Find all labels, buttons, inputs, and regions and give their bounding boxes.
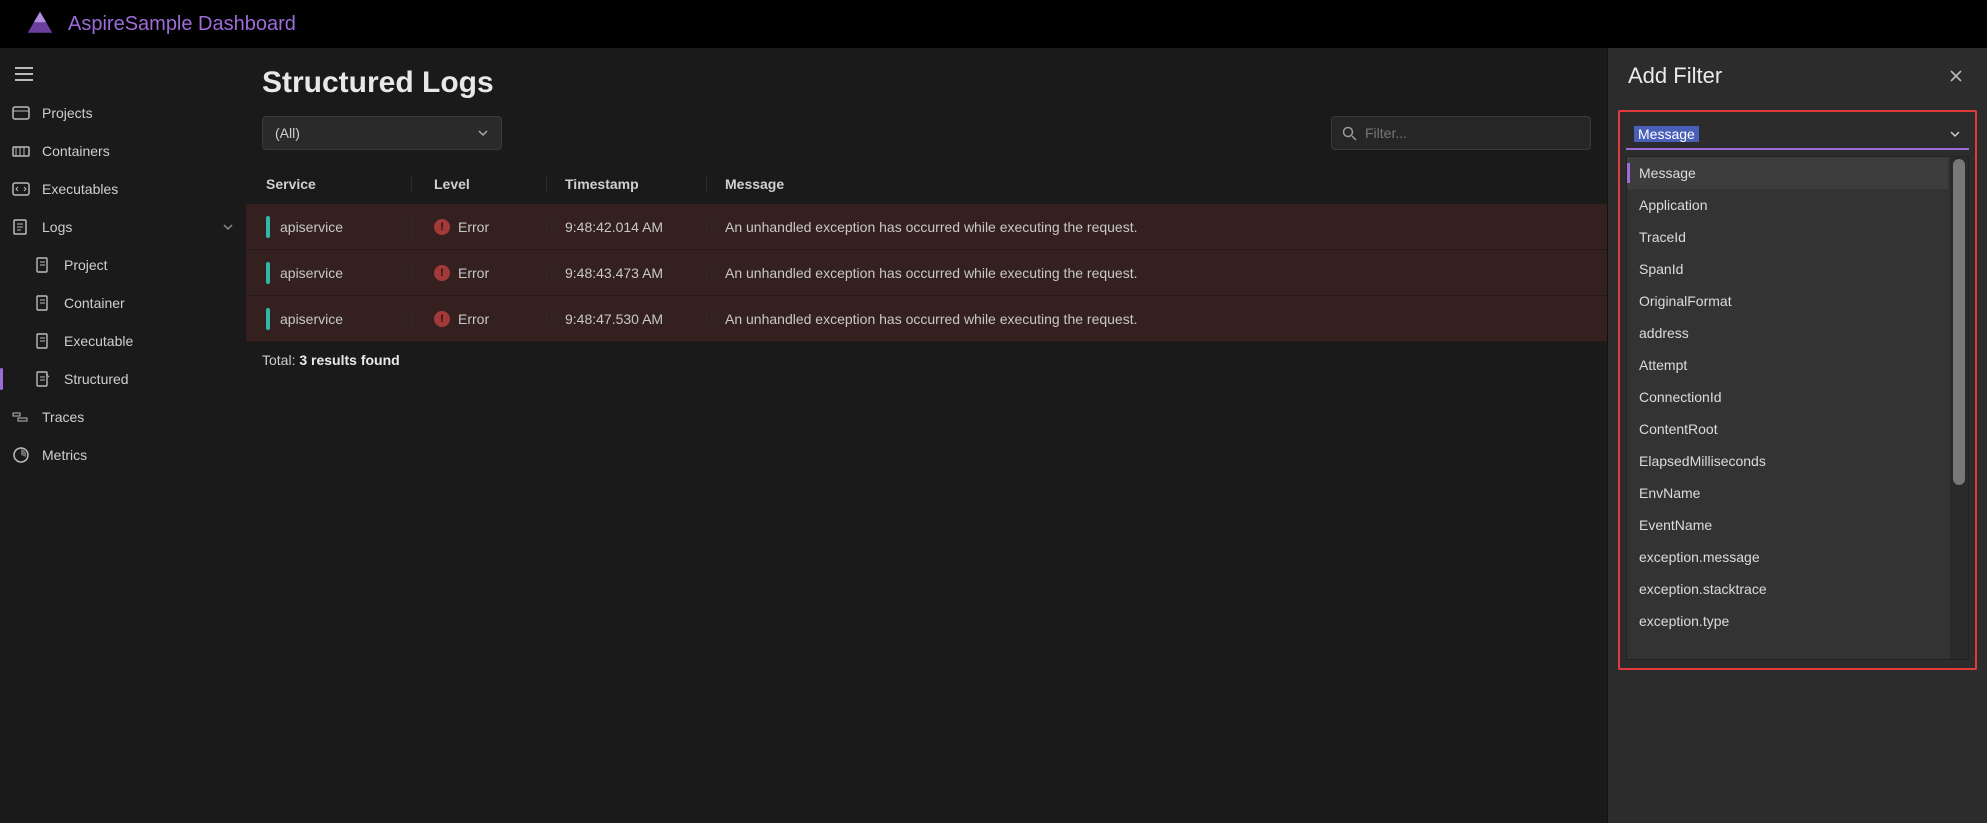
- cell-level: Error: [458, 219, 489, 235]
- sidebar-item-projects[interactable]: Projects: [0, 94, 246, 132]
- chevron-down-icon: [222, 221, 234, 233]
- main-content: Structured Logs (All) Service Level Time…: [246, 48, 1607, 823]
- toolbar: (All): [246, 116, 1607, 164]
- error-icon: !: [434, 265, 450, 281]
- hamburger-button[interactable]: [4, 54, 44, 94]
- chevron-down-icon: [1949, 128, 1961, 140]
- sidebar-label: Structured: [64, 371, 129, 387]
- sidebar-label: Executables: [42, 181, 118, 197]
- dropdown-option[interactable]: ContentRoot: [1627, 413, 1948, 445]
- cell-level: Error: [458, 311, 489, 327]
- col-header-timestamp[interactable]: Timestamp: [547, 176, 707, 192]
- cell-message: An unhandled exception has occurred whil…: [725, 219, 1138, 235]
- cell-service: apiservice: [280, 265, 343, 281]
- sidebar-item-logs[interactable]: Logs: [0, 208, 246, 246]
- error-icon: !: [434, 311, 450, 327]
- logs-table: Service Level Timestamp Message apiservi…: [246, 164, 1607, 342]
- close-button[interactable]: [1945, 65, 1967, 87]
- combobox-value: Message: [1634, 126, 1699, 142]
- service-filter-value: (All): [275, 125, 300, 141]
- dropdown-option[interactable]: address: [1627, 317, 1948, 349]
- search-icon: [1342, 126, 1357, 141]
- dropdown-option[interactable]: Application: [1627, 189, 1948, 221]
- sidebar-label: Projects: [42, 105, 93, 121]
- filter-highlight-region: Message MessageApplicationTraceIdSpanIdO…: [1618, 110, 1977, 670]
- sidebar-item-container[interactable]: Container: [0, 284, 246, 322]
- traces-icon: [12, 408, 30, 426]
- filter-field-combobox[interactable]: Message: [1626, 120, 1969, 150]
- sidebar-label: Project: [64, 257, 108, 273]
- app-logo: [26, 10, 54, 38]
- dropdown-option[interactable]: EventName: [1627, 509, 1948, 541]
- cell-level: Error: [458, 265, 489, 281]
- logs-icon: [12, 218, 30, 236]
- cell-service: apiservice: [280, 219, 343, 235]
- sidebar-item-traces[interactable]: Traces: [0, 398, 246, 436]
- cell-timestamp: 9:48:42.014 AM: [565, 219, 663, 235]
- dropdown-option[interactable]: ElapsedMilliseconds: [1627, 445, 1948, 477]
- document-icon: [34, 294, 52, 312]
- dropdown-option[interactable]: ConnectionId: [1627, 381, 1948, 413]
- col-header-level[interactable]: Level: [412, 176, 547, 192]
- scrollbar[interactable]: [1950, 157, 1968, 659]
- search-input[interactable]: [1365, 125, 1580, 141]
- cell-timestamp: 9:48:43.473 AM: [565, 265, 663, 281]
- dropdown-option[interactable]: Attempt: [1627, 349, 1948, 381]
- containers-icon: [12, 142, 30, 160]
- sidebar: Projects Containers Executables Logs: [0, 48, 246, 823]
- service-filter-select[interactable]: (All): [262, 116, 502, 150]
- sidebar-item-metrics[interactable]: Metrics: [0, 436, 246, 474]
- dropdown-option[interactable]: SpanId: [1627, 253, 1948, 285]
- metrics-icon: [12, 446, 30, 464]
- col-header-service[interactable]: Service: [262, 176, 412, 192]
- scrollbar-thumb[interactable]: [1953, 159, 1965, 485]
- dropdown-option[interactable]: OriginalFormat: [1627, 285, 1948, 317]
- chevron-down-icon: [477, 127, 489, 139]
- executables-icon: [12, 180, 30, 198]
- sidebar-item-structured[interactable]: Structured: [0, 360, 246, 398]
- dropdown-option[interactable]: Message: [1627, 157, 1948, 189]
- cell-message: An unhandled exception has occurred whil…: [725, 265, 1138, 281]
- service-color-bar: [266, 262, 270, 284]
- panel-title: Add Filter: [1628, 63, 1722, 89]
- service-color-bar: [266, 308, 270, 330]
- sidebar-item-containers[interactable]: Containers: [0, 132, 246, 170]
- dropdown-option[interactable]: exception.message: [1627, 541, 1948, 573]
- app-title: AspireSample Dashboard: [68, 13, 296, 36]
- error-icon: !: [434, 219, 450, 235]
- sidebar-item-project[interactable]: Project: [0, 246, 246, 284]
- sidebar-item-executable[interactable]: Executable: [0, 322, 246, 360]
- results-summary: Total: 3 results found: [246, 342, 1607, 368]
- search-box[interactable]: [1331, 116, 1591, 150]
- cell-message: An unhandled exception has occurred whil…: [725, 311, 1138, 327]
- projects-icon: [12, 104, 30, 122]
- sidebar-label: Logs: [42, 219, 72, 235]
- dropdown-option[interactable]: TraceId: [1627, 221, 1948, 253]
- service-color-bar: [266, 216, 270, 238]
- col-header-message[interactable]: Message: [707, 176, 1607, 192]
- table-header: Service Level Timestamp Message: [246, 164, 1607, 204]
- dropdown-option[interactable]: exception.stacktrace: [1627, 573, 1948, 605]
- cell-timestamp: 9:48:47.530 AM: [565, 311, 663, 327]
- document-icon: [34, 256, 52, 274]
- dropdown-option[interactable]: EnvName: [1627, 477, 1948, 509]
- page-title: Structured Logs: [246, 66, 1607, 116]
- add-filter-panel: Add Filter Message MessageApplicationTra…: [1607, 48, 1987, 823]
- dropdown-option[interactable]: exception.type: [1627, 605, 1948, 637]
- sidebar-label: Traces: [42, 409, 84, 425]
- sidebar-item-executables[interactable]: Executables: [0, 170, 246, 208]
- sidebar-label: Metrics: [42, 447, 87, 463]
- sidebar-label: Containers: [42, 143, 110, 159]
- combobox-dropdown: MessageApplicationTraceIdSpanIdOriginalF…: [1626, 156, 1969, 660]
- table-row[interactable]: apiservice ! Error 9:48:42.014 AM An unha…: [246, 204, 1607, 250]
- document-icon: [34, 332, 52, 350]
- table-row[interactable]: apiservice ! Error 9:48:47.530 AM An unha…: [246, 296, 1607, 342]
- cell-service: apiservice: [280, 311, 343, 327]
- sidebar-label: Container: [64, 295, 125, 311]
- app-header: AspireSample Dashboard: [0, 0, 1987, 48]
- sidebar-label: Executable: [64, 333, 133, 349]
- table-row[interactable]: apiservice ! Error 9:48:43.473 AM An unha…: [246, 250, 1607, 296]
- structured-icon: [34, 370, 52, 388]
